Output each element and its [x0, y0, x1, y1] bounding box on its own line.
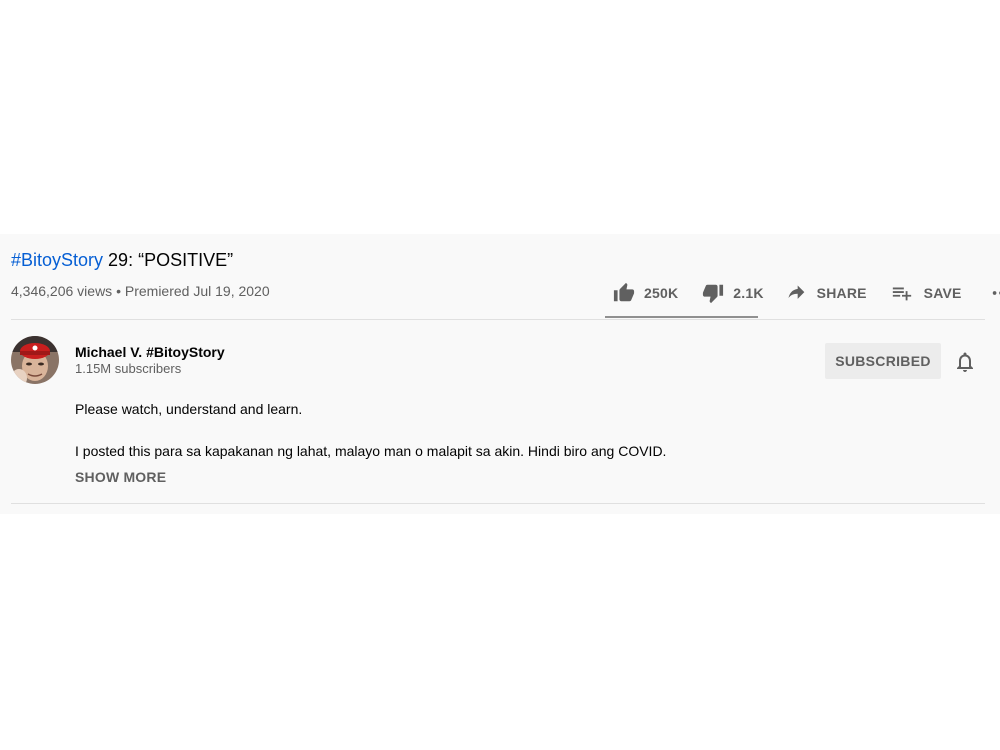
- share-arrow-icon: [788, 285, 804, 299]
- video-title: #BitoyStory 29: “POSITIVE”: [11, 248, 233, 272]
- notification-bell-button[interactable]: [953, 350, 977, 374]
- show-more-button[interactable]: SHOW MORE: [75, 469, 166, 485]
- sentiment-bar: [605, 316, 758, 318]
- video-meta: 4,346,206 views • Premiered Jul 19, 2020: [11, 282, 270, 300]
- like-button[interactable]: 250K: [613, 282, 678, 304]
- avatar-image: [11, 336, 59, 384]
- description-line: I posted this para sa kapakanan ng lahat…: [75, 443, 667, 459]
- channel-avatar[interactable]: [11, 336, 59, 384]
- action-bar: 250K 2.1K SHARE SAVE: [605, 280, 1000, 306]
- share-label: SHARE: [816, 285, 867, 301]
- divider: [11, 503, 985, 504]
- thumbs-down-icon: [703, 284, 724, 304]
- save-label: SAVE: [923, 285, 962, 301]
- title-hashtag-link[interactable]: #BitoyStory: [11, 250, 103, 270]
- more-horizontal-icon: [992, 291, 1000, 295]
- subscribed-button[interactable]: SUBSCRIBED: [825, 343, 941, 379]
- view-count: 4,346,206 views: [11, 283, 113, 299]
- bell-icon: [957, 352, 973, 372]
- divider: [11, 319, 985, 320]
- title-text: 29: “POSITIVE”: [103, 250, 234, 270]
- thumbs-up-icon: [613, 282, 635, 302]
- premiere-date: Premiered Jul 19, 2020: [124, 283, 270, 299]
- description-line: Please watch, understand and learn.: [75, 401, 303, 417]
- subscriber-count: 1.15M subscribers: [75, 361, 182, 376]
- meta-separator: •: [112, 283, 125, 299]
- dislike-count: 2.1K: [733, 285, 764, 301]
- channel-name[interactable]: Michael V. #BitoyStory: [75, 344, 225, 360]
- more-actions-button[interactable]: [990, 282, 1000, 304]
- dislike-button[interactable]: 2.1K: [702, 282, 763, 304]
- playlist-add-icon: [892, 287, 911, 301]
- save-button[interactable]: SAVE: [891, 282, 962, 304]
- share-button[interactable]: SHARE: [786, 283, 867, 303]
- like-count: 250K: [644, 285, 679, 301]
